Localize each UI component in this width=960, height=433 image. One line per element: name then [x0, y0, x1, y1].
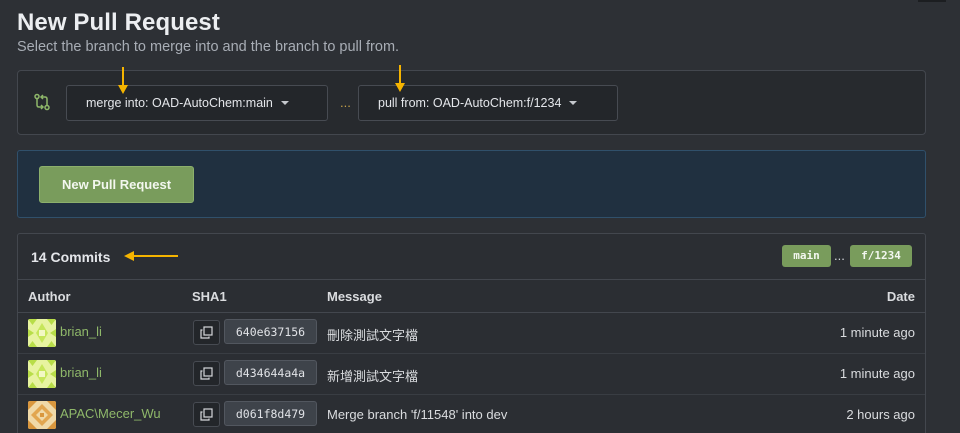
- commit-date: 1 minute ago: [839, 325, 915, 340]
- chevron-down-icon: [569, 101, 578, 105]
- page-title: New Pull Request: [17, 9, 220, 36]
- copy-sha-button[interactable]: [193, 361, 220, 386]
- avatar[interactable]: [28, 401, 56, 429]
- sha-link[interactable]: 640e637156: [224, 319, 317, 344]
- git-compare-icon: [34, 93, 50, 111]
- avatar[interactable]: [28, 319, 56, 347]
- author-link[interactable]: brian_li: [60, 365, 102, 380]
- head-branch-tag: f/1234: [850, 245, 912, 267]
- branch-separator: ...: [340, 95, 351, 110]
- merge-into-label: merge into: OAD-AutoChem:main: [86, 96, 273, 110]
- commit-date: 2 hours ago: [846, 407, 915, 422]
- tag-separator: ...: [834, 248, 845, 263]
- copy-icon: [200, 326, 213, 339]
- copy-sha-button[interactable]: [193, 402, 220, 427]
- author-link[interactable]: APAC\Mecer_Wu: [60, 406, 161, 421]
- copy-sha-button[interactable]: [193, 320, 220, 345]
- column-header-author: Author: [28, 289, 71, 304]
- annotation-arrow-down-icon: [395, 65, 405, 92]
- commit-message: 新增測試文字檔: [327, 369, 419, 384]
- copy-icon: [200, 367, 213, 380]
- page-subtitle: Select the branch to merge into and the …: [17, 39, 400, 55]
- copy-icon: [200, 408, 213, 421]
- annotation-arrow-left-icon: [124, 251, 178, 261]
- table-row: brian_li d434644a4a 新增測試文字檔 1 minute ago: [18, 354, 925, 395]
- avatar[interactable]: [28, 360, 56, 388]
- branch-selector: merge into: OAD-AutoChem:main ... pull f…: [17, 70, 926, 135]
- commit-message: Merge branch 'f/11548' into dev: [327, 407, 508, 422]
- window-edge: [918, 0, 946, 2]
- commit-message: 刪除測試文字檔: [327, 328, 419, 343]
- commit-count: 14 Commits: [31, 249, 111, 265]
- commit-date: 1 minute ago: [839, 366, 915, 381]
- chevron-down-icon: [280, 101, 289, 105]
- sha-link[interactable]: d434644a4a: [224, 360, 317, 385]
- table-row: APAC\Mecer_Wu d061f8d479 Merge branch 'f…: [18, 395, 925, 433]
- sha-link[interactable]: d061f8d479: [224, 401, 317, 426]
- table-row: brian_li 640e637156 刪除測試文字檔 1 minute ago: [18, 313, 925, 354]
- create-pr-panel: New Pull Request: [17, 150, 926, 218]
- author-link[interactable]: brian_li: [60, 324, 102, 339]
- annotation-arrow-down-icon: [118, 67, 128, 94]
- commits-panel: 14 Commits main ... f/1234 Author SHA1 M…: [17, 233, 926, 433]
- column-header-sha: SHA1: [192, 289, 227, 304]
- new-pull-request-button[interactable]: New Pull Request: [39, 166, 194, 203]
- column-header-date: Date: [886, 289, 915, 304]
- merge-into-dropdown[interactable]: merge into: OAD-AutoChem:main: [66, 85, 328, 121]
- base-branch-tag: main: [782, 245, 831, 267]
- column-header-message: Message: [327, 289, 382, 304]
